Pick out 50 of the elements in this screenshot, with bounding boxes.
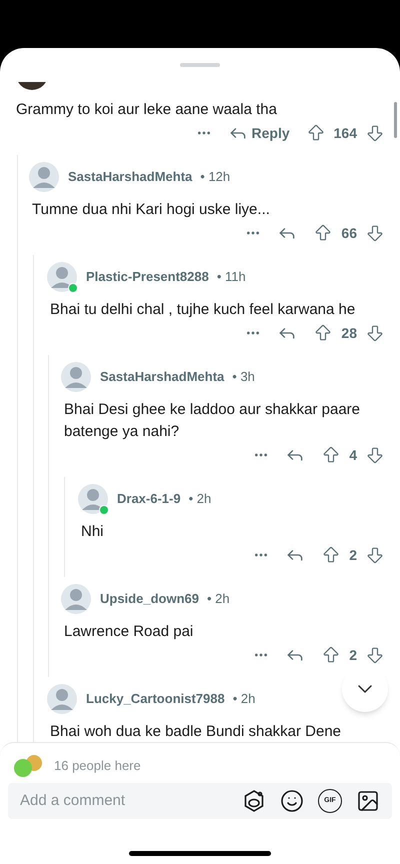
- downvote-icon[interactable]: [365, 223, 385, 243]
- vote-count: 2: [349, 646, 357, 664]
- comment-time: • 2h: [206, 590, 230, 608]
- upvote-icon[interactable]: [321, 545, 342, 565]
- upvote-icon[interactable]: [321, 645, 342, 665]
- avatar-icon: [46, 261, 78, 293]
- username[interactable]: Plastic-Present8288: [86, 267, 209, 287]
- comment-time: • 2h: [232, 690, 256, 708]
- username[interactable]: Lucky_Cartoonist7988: [86, 689, 225, 709]
- vote-count: 164: [334, 124, 357, 142]
- downvote-icon[interactable]: [365, 545, 385, 565]
- avatar-icon: [60, 583, 92, 615]
- username[interactable]: SastaHarshadMehta: [68, 167, 192, 187]
- drag-handle[interactable]: [180, 63, 220, 67]
- comment-text: Nhi: [80, 522, 105, 542]
- comment-text: Tumne dua nhi Kari hogi uske liye...: [31, 200, 271, 220]
- vote-count: 66: [341, 224, 357, 242]
- downvote-icon[interactable]: [365, 123, 385, 143]
- scrollbar: [394, 102, 397, 138]
- image-icon[interactable]: [356, 789, 380, 813]
- avatar-icon: [60, 361, 92, 393]
- username[interactable]: Drax-6-1-9: [117, 489, 181, 509]
- comment-time: • 3h: [232, 368, 255, 386]
- username[interactable]: Upside_down69: [100, 589, 199, 609]
- vote-count: 4: [349, 446, 357, 464]
- comment-time: • 11h: [216, 268, 246, 286]
- emoji-icon[interactable]: [280, 789, 304, 813]
- upvote-icon[interactable]: [321, 445, 342, 465]
- upvote-icon[interactable]: [313, 223, 334, 243]
- comment-text: Grammy to koi aur leke aane waala tha: [16, 100, 278, 120]
- reply-button[interactable]: Reply: [228, 122, 290, 144]
- avatar-icon: [46, 683, 78, 715]
- username[interactable]: SastaHarshadMehta: [100, 367, 224, 387]
- vote-count: 2: [349, 546, 357, 564]
- upvote-icon[interactable]: [313, 323, 334, 343]
- comment-time: • 12h: [200, 168, 230, 186]
- presence-text: 16 people here: [54, 757, 141, 776]
- avatar-icon: [77, 483, 109, 515]
- avatar-icon: [28, 161, 60, 193]
- comment-text: Bhai tu delhi chal , tujhe kuch feel karwana he: [49, 300, 356, 320]
- downvote-icon[interactable]: [365, 323, 385, 343]
- comment-text: Bhai woh dua ke badle Bundi shakkar Dene: [49, 722, 342, 742]
- comment-time: • 2h: [188, 490, 212, 508]
- snoo-icon[interactable]: [242, 789, 266, 813]
- vote-count: 28: [341, 324, 357, 342]
- comment-text: Lawrence Road pai: [63, 622, 194, 642]
- downvote-icon[interactable]: [365, 445, 385, 465]
- downvote-icon[interactable]: [365, 645, 385, 665]
- comment-text: Bhai Desi ghee ke laddoo aur shakkar paare batenge ya nahi?: [63, 400, 362, 442]
- upvote-icon[interactable]: [306, 123, 326, 143]
